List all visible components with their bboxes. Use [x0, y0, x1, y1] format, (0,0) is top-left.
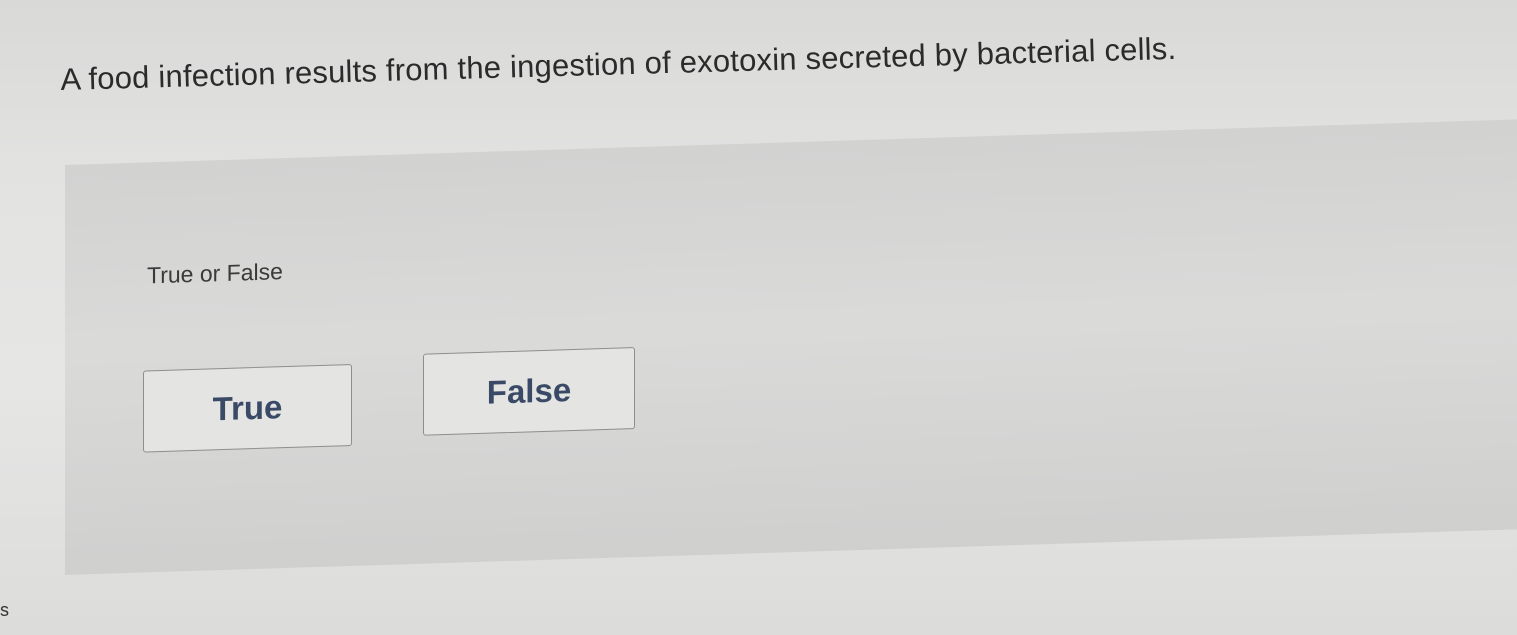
true-button-label: True	[212, 388, 283, 428]
false-button[interactable]: False	[423, 347, 635, 436]
answer-panel: True or False True False	[65, 119, 1517, 576]
true-button[interactable]: True	[143, 363, 352, 453]
edge-text-fragment: s	[0, 600, 9, 620]
true-or-false-label: True or False	[147, 258, 283, 289]
false-button-label: False	[486, 371, 572, 411]
question-text: A food infection results from the ingest…	[60, 30, 1177, 97]
